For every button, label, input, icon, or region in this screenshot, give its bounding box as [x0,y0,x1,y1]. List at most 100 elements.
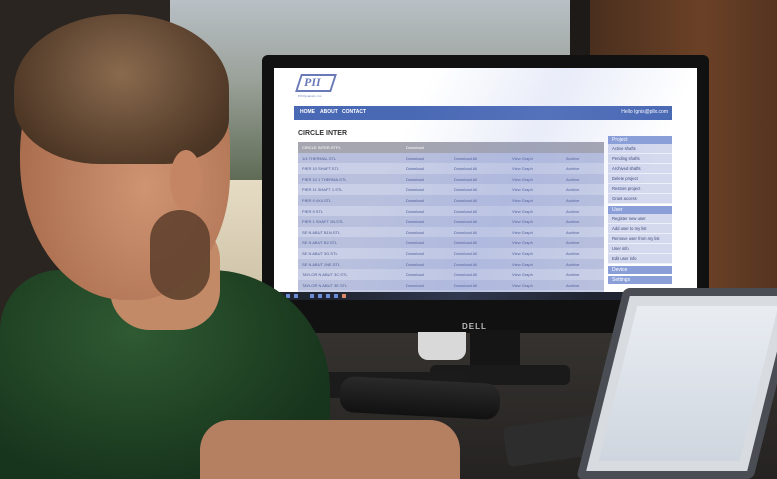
archive-link[interactable]: Archive [566,272,579,277]
download-link[interactable]: Download [406,240,424,245]
sidebar-item[interactable]: Edit user info [608,254,672,264]
table-row: PIER 11 SHAFT 1.STL Download Download All V… [298,184,604,195]
download-link[interactable]: Download [406,219,424,224]
view-graph-link[interactable]: View Graph [512,272,533,277]
logo-mark: PII [304,75,321,89]
archive-link[interactable]: Archive [566,209,579,214]
file-name: SE N ABUT B1N.STL [302,229,341,235]
download-all-link[interactable]: Download All [454,262,477,267]
file-name: PIER 10 1 THERMA.STL [302,176,347,182]
download-all-link[interactable]: Download All [454,272,477,277]
download-all-link[interactable]: Download All [454,230,477,235]
table-row: SE N ABUT 1NE.STL Download Download All Vie… [298,258,604,270]
view-graph-link[interactable]: View Graph [512,166,533,171]
app-icon[interactable] [334,294,338,298]
laptop-screen [598,306,777,461]
download-link[interactable]: Download [406,283,424,288]
sidebar-heading[interactable]: Project [608,136,672,144]
download-link[interactable]: Download [406,262,424,267]
download-link[interactable]: Download [406,230,424,235]
view-graph-link[interactable]: View Graph [512,209,533,214]
view-graph-link[interactable]: View Graph [512,156,533,161]
download-all-link[interactable]: Download All [454,219,477,224]
monitor-stand [470,330,520,370]
sidebar-item[interactable]: Pending shafts [608,154,672,164]
download-link[interactable]: Download [406,145,424,150]
sidebar-item[interactable]: Restore project [608,184,672,194]
mail-icon[interactable] [326,294,330,298]
sidebar-item[interactable]: User info [608,244,672,254]
sidebar-heading[interactable]: Device [608,266,672,274]
sidebar-item[interactable]: Remove user from my list [608,234,672,244]
table-row: SE N ABUT B1N.STL Download Download All Vie… [298,226,604,238]
download-all-link[interactable]: Download All [454,283,477,288]
download-link[interactable]: Download [406,251,424,256]
table-row: PIER 1 SHAFT 1N.STL Download Download All V… [298,216,604,227]
archive-link[interactable]: Archive [566,219,579,224]
nav-contact[interactable]: CONTACT [342,109,366,115]
view-graph-link[interactable]: View Graph [512,262,533,267]
view-graph-link[interactable]: View Graph [512,187,533,192]
download-all-link[interactable]: Download All [454,251,477,256]
file-name: PIER 9 STL [302,208,324,214]
sidebar-item[interactable]: Delete project [608,174,672,184]
sidebar-heading[interactable]: User [608,206,672,214]
archive-link[interactable]: Archive [566,230,579,235]
download-link[interactable]: Download [406,209,424,214]
view-graph-link[interactable]: View Graph [512,230,533,235]
folder-icon[interactable] [318,294,322,298]
download-all-link[interactable]: Download All [454,209,477,214]
person-ear [170,150,202,210]
download-all-link[interactable]: Download All [454,198,477,203]
view-graph-link[interactable]: View Graph [512,219,533,224]
archive-link[interactable]: Archive [566,240,579,245]
company-logo[interactable]: PII PII Dynamics, Inc. [295,74,338,100]
download-link[interactable]: Download [406,177,424,182]
sidebar-item[interactable]: Grant access [608,194,672,204]
download-all-link[interactable]: Download All [454,166,477,171]
nav-about[interactable]: ABOUT [320,109,338,115]
archive-link[interactable]: Archive [566,156,579,161]
view-graph-link[interactable]: View Graph [512,177,533,182]
top-navbar: HOME ABOUT CONTACT Hello Ignis@pllx.com [294,106,672,120]
download-link[interactable]: Download [406,198,424,203]
sidebar-item[interactable]: Add user to my list [608,224,672,234]
file-name: PIER 10 SHAFT.STL [302,166,340,172]
table-row: 1/4 THERMAL.STL Download Download All View … [298,152,604,164]
task-view-icon[interactable] [294,294,298,298]
sidebar-item[interactable]: Register new user [608,214,672,224]
archive-link[interactable]: Archive [566,262,579,267]
office-icon[interactable] [342,294,346,298]
view-graph-link[interactable]: View Graph [512,240,533,245]
download-link[interactable]: Download [406,166,424,171]
download-link[interactable]: Download [406,156,424,161]
download-all-link[interactable]: Download All [454,156,477,161]
file-name: SE N ABUT 1NE.STL [302,261,341,267]
download-link[interactable]: Download [406,272,424,277]
archive-link[interactable]: Archive [566,251,579,256]
sidebar: Project Active shafts Pending shafts Archiv… [608,134,672,284]
archive-link[interactable]: Archive [566,187,579,192]
download-link[interactable]: Download [406,187,424,192]
file-table: CIRCLE INTER.STPL Download 1/4 THERMAL.STL… [298,142,604,300]
archive-link[interactable]: Archive [566,166,579,171]
browser-icon[interactable] [310,294,314,298]
sidebar-item[interactable]: Archived shafts [608,164,672,174]
download-all-link[interactable]: Download All [454,177,477,182]
person-beard [150,210,210,300]
user-greeting[interactable]: Hello Ignis@pllx.com [621,109,668,115]
archive-link[interactable]: Archive [566,283,579,288]
view-graph-link[interactable]: View Graph [512,198,533,203]
sidebar-item[interactable]: Active shafts [608,144,672,154]
view-graph-link[interactable]: View Graph [512,283,533,288]
sidebar-heading[interactable]: Settings [608,276,672,284]
nav-home[interactable]: HOME [300,109,315,115]
download-all-link[interactable]: Download All [454,187,477,192]
download-all-link[interactable]: Download All [454,240,477,245]
table-row: SE N ABUT B2.STL Download Download All View… [298,237,604,248]
logo-subtitle: PII Dynamics, Inc. [298,94,323,98]
archive-link[interactable]: Archive [566,198,579,203]
table-row: TAYLOR N ABUT 3E.STL Download Download All… [298,279,604,291]
archive-link[interactable]: Archive [566,177,579,182]
view-graph-link[interactable]: View Graph [512,251,533,256]
